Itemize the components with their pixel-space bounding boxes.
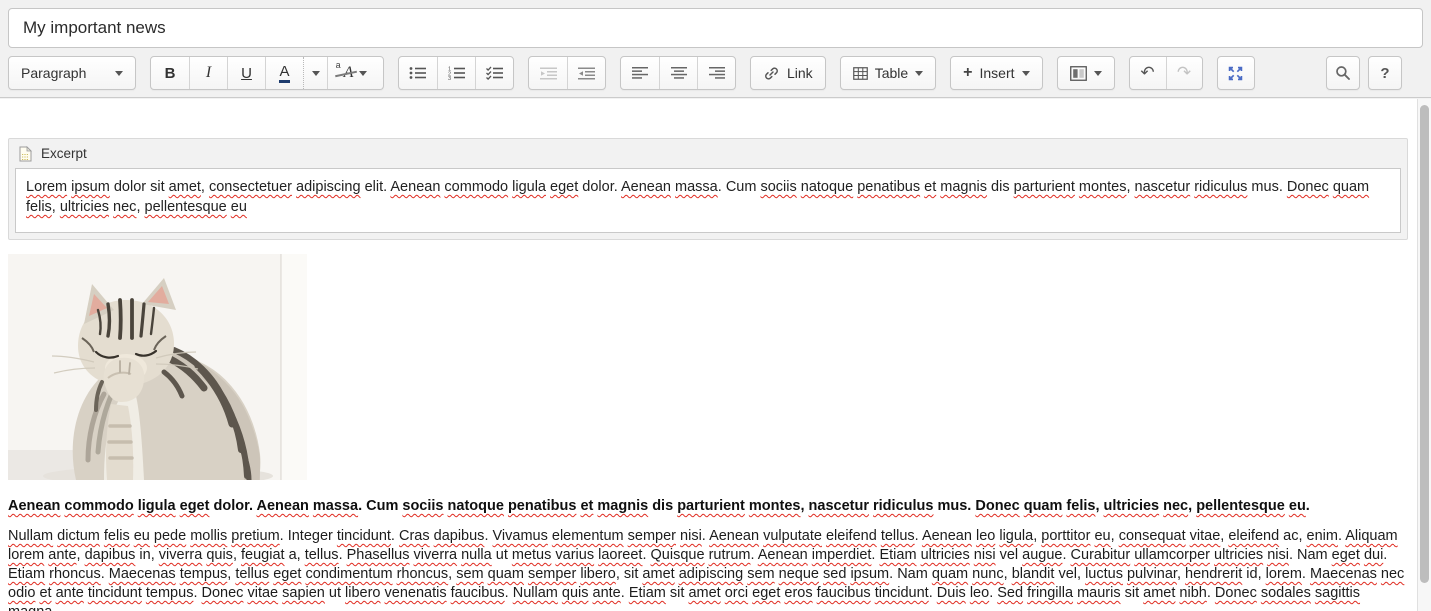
align-button-group [620, 56, 736, 90]
columns-layout-button[interactable] [1057, 56, 1115, 90]
italic-icon: I [206, 64, 211, 82]
search-button[interactable] [1326, 56, 1360, 90]
align-center-icon [671, 67, 687, 79]
text-style-icon: aA [344, 64, 354, 82]
text-color-button[interactable]: A [265, 57, 303, 89]
underline-button[interactable]: U [227, 57, 265, 89]
plus-icon: + [963, 64, 972, 82]
excerpt-panel: Excerpt Lorem ipsum dolor sit amet, cons… [8, 138, 1408, 240]
insert-button-label: Insert [980, 65, 1015, 81]
toolbar-right-group: ? [1326, 56, 1402, 90]
title-input[interactable] [8, 8, 1423, 48]
indent-button[interactable] [567, 57, 605, 89]
list-button-group: 1 2 3 [398, 56, 514, 90]
text-color-dropdown-button[interactable] [303, 57, 327, 89]
link-icon [763, 65, 780, 82]
undo-redo-group: ↶ ↷ [1129, 56, 1203, 90]
scrollbar-thumb[interactable] [1420, 105, 1429, 583]
vertical-scrollbar[interactable] [1417, 99, 1431, 611]
numbered-list-icon: 1 2 3 [448, 66, 466, 80]
excerpt-text[interactable]: Lorem ipsum dolor sit amet, consectetuer… [15, 168, 1401, 233]
cat-image[interactable] [8, 254, 307, 480]
bold-icon: B [165, 65, 176, 82]
excerpt-header-label: Excerpt [41, 146, 87, 161]
italic-button[interactable]: I [189, 57, 227, 89]
align-right-button[interactable] [697, 57, 735, 89]
lead-paragraph[interactable]: Aenean commodo ligula eget dolor. Aenean… [8, 497, 1408, 516]
bullet-list-icon [409, 66, 427, 80]
undo-icon: ↶ [1140, 65, 1154, 82]
check-list-button[interactable] [475, 57, 513, 89]
numbered-list-button[interactable]: 1 2 3 [437, 57, 475, 89]
text-color-icon: A [279, 64, 289, 83]
align-center-button[interactable] [659, 57, 697, 89]
caret-down-icon [115, 71, 123, 76]
paragraph-format-label: Paragraph [21, 65, 86, 81]
table-icon [853, 67, 868, 80]
caret-down-icon [915, 71, 923, 76]
link-button[interactable]: Link [750, 56, 826, 90]
indent-icon [578, 67, 595, 80]
align-right-icon [709, 67, 725, 79]
text-style-dropdown-button[interactable]: aA [327, 57, 383, 89]
insert-button[interactable]: + Insert [950, 56, 1042, 90]
indent-button-group [528, 56, 606, 90]
bullet-list-button[interactable] [399, 57, 437, 89]
editor-toolbar: Paragraph B I U A aA [8, 56, 1423, 90]
align-left-icon [632, 67, 648, 79]
fullscreen-icon [1227, 65, 1244, 82]
align-left-button[interactable] [621, 57, 659, 89]
caret-down-icon [359, 71, 367, 76]
search-icon [1335, 65, 1351, 81]
svg-text:3: 3 [448, 76, 451, 80]
document-icon [19, 146, 32, 162]
fullscreen-button[interactable] [1217, 56, 1255, 90]
body-paragraph[interactable]: Nullam dictum felis eu pede mollis preti… [8, 527, 1408, 611]
editor-canvas[interactable]: Excerpt Lorem ipsum dolor sit amet, cons… [0, 99, 1417, 611]
table-button[interactable]: Table [840, 56, 936, 90]
format-button-group: B I U A aA [150, 56, 384, 90]
link-button-label: Link [787, 65, 813, 81]
redo-icon: ↷ [1177, 65, 1191, 82]
undo-button[interactable]: ↶ [1130, 57, 1166, 89]
columns-icon [1070, 66, 1087, 81]
redo-button[interactable]: ↷ [1166, 57, 1202, 89]
help-icon: ? [1380, 65, 1389, 82]
caret-down-icon [1094, 71, 1102, 76]
underline-icon: U [241, 65, 252, 82]
bold-button[interactable]: B [151, 57, 189, 89]
help-button[interactable]: ? [1368, 56, 1402, 90]
caret-down-icon [312, 71, 320, 76]
caret-down-icon [1022, 71, 1030, 76]
editor-chrome: Paragraph B I U A aA [0, 0, 1431, 98]
paragraph-format-select[interactable]: Paragraph [8, 56, 136, 90]
outdent-icon [540, 67, 557, 80]
table-button-label: Table [875, 65, 908, 81]
check-list-icon [486, 66, 504, 80]
outdent-button[interactable] [529, 57, 567, 89]
excerpt-header: Excerpt [9, 139, 1407, 168]
